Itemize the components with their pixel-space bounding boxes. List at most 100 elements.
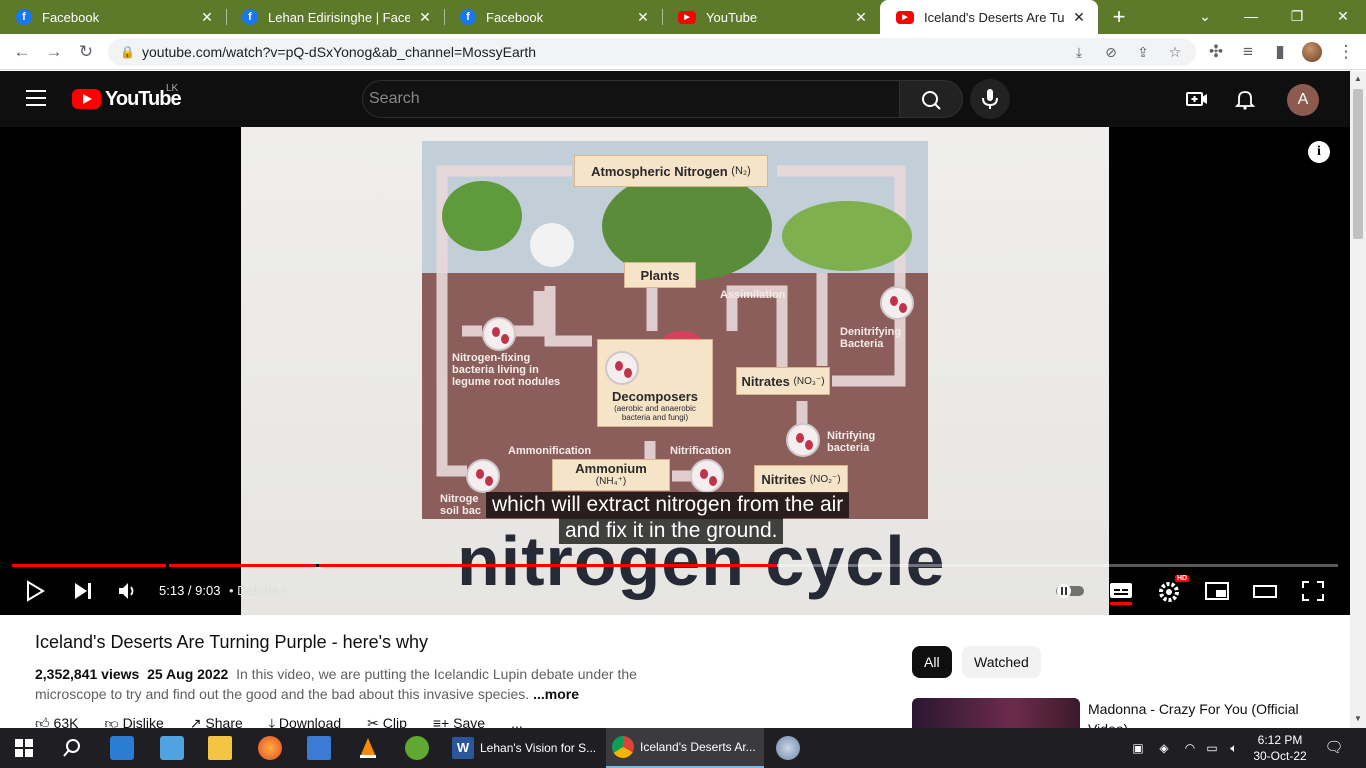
file-explorer-icon[interactable] <box>208 736 232 760</box>
decomposers-label: Decomposers <box>612 389 698 404</box>
next-button[interactable] <box>72 577 94 605</box>
taskbar-app-label: Lehan's Vision for S... <box>480 741 597 755</box>
view-count: 2,352,841 views <box>35 666 140 682</box>
firefox-icon[interactable] <box>258 736 282 760</box>
close-icon[interactable]: ✕ <box>416 9 434 26</box>
taskbar-app-word[interactable]: W Lehan's Vision for S... <box>446 728 601 768</box>
chrome-menu-icon[interactable]: ⋮ <box>1334 40 1358 64</box>
tracking-blocked-icon[interactable]: ⊘ <box>1102 43 1120 61</box>
windows-start-icon[interactable] <box>12 736 36 760</box>
nitrifying-label: Nitrifying bacteria <box>827 430 876 454</box>
profile-avatar[interactable] <box>1302 42 1322 62</box>
nitrates-box: Nitrates (NO₃⁻) <box>736 367 830 395</box>
account-avatar[interactable]: A <box>1287 84 1319 116</box>
search-input[interactable] <box>363 81 899 117</box>
nitrification-bacteria-icon <box>690 459 724 493</box>
chip-watched[interactable]: Watched <box>962 646 1041 678</box>
nitrites-box: Nitrites (NO₂⁻) <box>754 465 848 493</box>
notifications-center-icon[interactable]: 🗨︎ <box>1322 728 1346 768</box>
battery-icon[interactable]: ▭ <box>1202 728 1222 768</box>
clock[interactable]: 6:12 PM 30-Oct-22 <box>1248 728 1312 768</box>
share-icon[interactable]: ⇪ <box>1134 43 1152 61</box>
chrome-icon <box>612 736 634 758</box>
ammonium-box: Ammonium (NH₄⁺) <box>552 459 670 491</box>
bookmark-star-icon[interactable]: ☆ <box>1166 43 1184 61</box>
search-field[interactable] <box>362 80 900 118</box>
address-bar[interactable]: 🔒 youtube.com/watch?v=pQ-dSxYonog&ab_cha… <box>108 38 1196 66</box>
tab-facebook-2[interactable]: f Facebook ✕ <box>444 0 662 34</box>
notifications-bell-icon[interactable] <box>1233 87 1257 111</box>
window-close-icon[interactable]: ✕ <box>1320 0 1366 34</box>
tray-security-icon[interactable]: ◈ <box>1154 728 1174 768</box>
scrollbar-thumb[interactable] <box>1353 89 1363 239</box>
nitrogen-fixing-bacteria-icon <box>482 317 516 351</box>
utorrent-icon[interactable] <box>405 736 429 760</box>
tab-youtube[interactable]: ▶ YouTube ✕ <box>662 0 880 34</box>
install-app-icon[interactable]: ⤓ <box>1070 43 1088 61</box>
desktop-app-icon[interactable] <box>160 736 184 760</box>
calculator-icon[interactable] <box>307 736 331 760</box>
chapter-marker <box>316 564 319 567</box>
nitrogen-fixing-label: Nitrogen-fixing bacteria living in legum… <box>452 352 561 388</box>
nitrification-label: Nitrification <box>670 445 732 457</box>
back-icon[interactable]: ← <box>10 40 34 64</box>
video-player[interactable]: Atmospheric Nitrogen (N₂) Plants Assimil… <box>0 127 1350 615</box>
hamburger-menu-icon[interactable] <box>26 90 46 106</box>
youtube-logo[interactable]: YouTube LK <box>72 83 182 111</box>
play-button[interactable] <box>24 577 46 605</box>
progress-bar[interactable] <box>12 564 1338 567</box>
nitrogen-cycle-diagram: Atmospheric Nitrogen (N₂) Plants Assimil… <box>422 141 928 519</box>
subtitles-button[interactable] <box>1108 577 1134 605</box>
page-scrollbar[interactable]: ▲ ▼ <box>1350 71 1366 728</box>
forward-icon[interactable]: → <box>42 40 66 64</box>
tray-app-icon[interactable]: ▣ <box>1128 728 1148 768</box>
create-video-icon[interactable] <box>1185 87 1209 111</box>
miniplayer-button[interactable] <box>1204 577 1230 605</box>
extensions-puzzle-icon[interactable]: ✣ <box>1204 40 1228 64</box>
media-controls-icon[interactable]: ≡ <box>1236 40 1260 64</box>
side-panel-icon[interactable]: ▮ <box>1268 40 1292 64</box>
taskbar-app-chrome[interactable]: Iceland's Deserts Ar... <box>606 728 764 768</box>
wifi-icon[interactable]: ◠ <box>1180 728 1200 768</box>
miniplayer-icon <box>1205 582 1229 600</box>
settings-button[interactable]: HD <box>1156 575 1190 605</box>
tab-search-chevron-icon[interactable]: ⌄ <box>1182 0 1228 34</box>
ammonium-formula: (NH₄⁺) <box>595 476 627 487</box>
voice-search-button[interactable] <box>970 79 1010 119</box>
facebook-icon: f <box>16 9 32 25</box>
fullscreen-button[interactable] <box>1300 577 1326 605</box>
paint-icon[interactable] <box>776 736 800 760</box>
theater-mode-button[interactable] <box>1252 577 1278 605</box>
taskbar-search-icon[interactable] <box>60 736 84 760</box>
new-tab-button[interactable]: + <box>1106 4 1132 30</box>
mute-button[interactable] <box>116 577 138 605</box>
soil-bacteria-label: Nitroge soil bac <box>440 493 481 517</box>
vscode-icon[interactable] <box>110 736 134 760</box>
close-icon[interactable]: ✕ <box>634 9 652 26</box>
tab-iceland-active[interactable]: ▶ Iceland's Deserts Are Turning Purple -… <box>880 0 1098 34</box>
reload-icon[interactable]: ↻ <box>74 40 98 64</box>
facebook-icon: f <box>242 9 258 25</box>
restore-icon[interactable]: ❐ <box>1274 0 1320 34</box>
speaker-icon[interactable]: 🔈︎ <box>1224 728 1244 768</box>
vlc-icon[interactable] <box>356 736 380 760</box>
show-more-link[interactable]: ...more <box>533 686 579 702</box>
search-button[interactable] <box>899 80 963 118</box>
video-description-box[interactable]: 2,352,841 views 25 Aug 2022 In this vide… <box>35 664 645 704</box>
chip-all[interactable]: All <box>912 646 952 678</box>
minimize-icon[interactable]: — <box>1228 0 1274 34</box>
tab-facebook-1[interactable]: f Facebook ✕ <box>0 0 226 34</box>
autoplay-toggle[interactable] <box>1054 577 1086 605</box>
autoplay-toggle-icon <box>1056 584 1084 598</box>
scroll-up-icon[interactable]: ▲ <box>1354 74 1362 83</box>
close-icon[interactable]: ✕ <box>852 9 870 26</box>
chapter-button[interactable]: • Debate › <box>229 583 287 598</box>
close-icon[interactable]: ✕ <box>1070 9 1088 26</box>
denitrifying-label: Denitrifying Bacteria <box>840 326 902 350</box>
close-icon[interactable]: ✕ <box>198 9 216 26</box>
info-icon[interactable]: i <box>1308 141 1330 163</box>
volume-icon <box>119 583 134 599</box>
tab-facebook-profile[interactable]: f Lehan Edirisinghe | Facebook ✕ <box>226 0 444 34</box>
scroll-down-icon[interactable]: ▼ <box>1354 714 1362 723</box>
play-icon <box>27 580 45 602</box>
